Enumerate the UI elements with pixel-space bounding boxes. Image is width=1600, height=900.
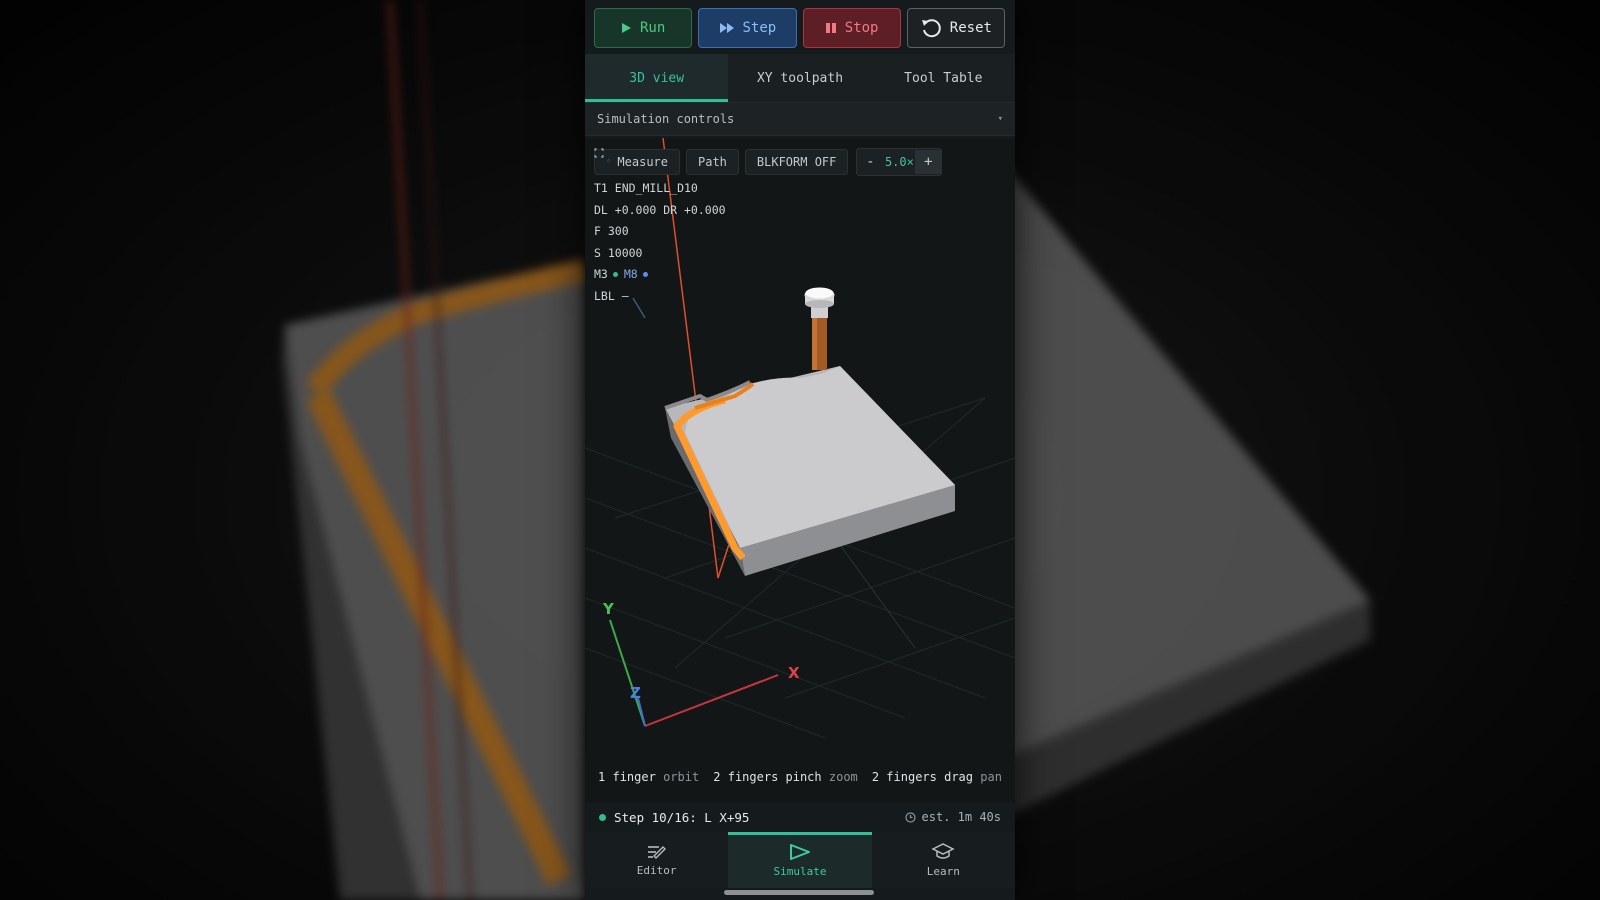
tab-3d-view[interactable]: 3D view [585, 54, 729, 102]
path-chip[interactable]: Path [594, 148, 739, 175]
3d-viewport[interactable]: Y Z X ◦ Measure Path BLKFORM OFF - 5.0× … [585, 138, 1015, 802]
step-button[interactable]: Step [698, 8, 797, 48]
clock-icon [904, 811, 916, 823]
zoom-out-button[interactable]: - [857, 150, 883, 174]
axis-y-label: Y [603, 600, 614, 618]
hint-zoom: 2 fingers pinch zoom [713, 770, 858, 784]
play-icon [621, 23, 631, 33]
tab-xy-toolpath[interactable]: XY toolpath [728, 54, 871, 102]
readout-label: LBL — [594, 288, 629, 303]
zoom-control: - 5.0× + [856, 148, 943, 176]
run-label: Run [639, 20, 666, 36]
run-button[interactable]: Run [594, 8, 693, 48]
home-indicator[interactable] [724, 890, 874, 895]
reset-button[interactable]: Reset [906, 8, 1005, 48]
m3-status-dot [612, 271, 618, 277]
hint-orbit: 1 finger orbit [598, 770, 699, 784]
tab-tool-table[interactable]: Tool Table [872, 54, 1015, 102]
simulation-controls-toggle[interactable]: Simulation controls ▾ [585, 102, 1015, 136]
step-status: Step 10/16: L X+95 [614, 809, 750, 825]
hint-pan-action: pan [980, 770, 1002, 784]
nav-learn[interactable]: Learn [872, 832, 1015, 888]
zoom-in-button[interactable]: + [915, 150, 942, 174]
hint-zoom-action: zoom [828, 770, 858, 784]
measure-label: Measure [617, 155, 668, 169]
end-mill-tool [804, 287, 835, 370]
tool-readout: T1 END_MILL_D10 DL +0.000 DR +0.000 F 30… [594, 178, 726, 307]
play-outline-icon [789, 843, 810, 860]
frame-icon [594, 148, 604, 158]
step-label: Step [742, 20, 777, 36]
bottom-nav: Editor Simulate Learn [585, 832, 1015, 888]
hint-pan-gesture: 2 fingers drag [871, 770, 974, 784]
status-dot [599, 813, 606, 821]
nav-simulate-label: Simulate [773, 864, 827, 878]
readout-m3: M3 [594, 267, 608, 281]
graduation-cap-icon [931, 842, 955, 859]
nav-learn-label: Learn [926, 864, 960, 878]
ruler-icon: ◦ [606, 157, 612, 167]
simulation-controls-label: Simulation controls [597, 112, 735, 126]
view-chip-row: ◦ Measure Path BLKFORM OFF - 5.0× + [594, 148, 943, 176]
readout-tool: T1 END_MILL_D10 [594, 181, 698, 195]
blkform-label: BLKFORM OFF [756, 155, 837, 169]
hint-orbit-action: orbit [663, 770, 700, 784]
view-tabs: 3D view XY toolpath Tool Table [585, 54, 1015, 102]
reset-icon [921, 19, 941, 38]
stop-label: Stop [844, 20, 879, 36]
fast-forward-icon [719, 23, 734, 33]
hint-pan: 2 fingers drag pan [872, 770, 1002, 784]
readout-m8: M8 [623, 267, 638, 281]
app-panel: Run Step Stop Reset 3D view XY toolpath … [585, 0, 1015, 900]
hint-zoom-gesture: 2 fingers pinch [713, 770, 822, 784]
status-bar: Step 10/16: L X+95 est. 1m 40s [585, 802, 1015, 832]
axis-z-label: Z [630, 684, 641, 702]
readout-spindle: S 10000 [594, 245, 643, 260]
blkform-chip[interactable]: BLKFORM OFF [744, 149, 849, 175]
chevron-down-icon: ▾ [997, 114, 1003, 124]
nav-editor-label: Editor [636, 863, 677, 877]
gesture-hints: 1 finger orbit 2 fingers pinch zoom 2 fi… [585, 770, 1015, 784]
reset-label: Reset [949, 20, 992, 36]
m8-status-dot [642, 271, 648, 277]
nav-simulate[interactable]: Simulate [728, 832, 872, 888]
toolbar: Run Step Stop Reset [585, 0, 1015, 54]
workpiece-block [664, 366, 955, 576]
readout-feed: F 300 [594, 224, 629, 238]
path-label: Path [698, 155, 727, 169]
time-estimate: est. 1m 40s [921, 810, 1001, 824]
stop-button[interactable]: Stop [802, 8, 901, 48]
nav-editor[interactable]: Editor [585, 832, 728, 888]
hint-orbit-gesture: 1 finger [598, 770, 656, 784]
pause-icon [825, 23, 836, 33]
measure-chip[interactable]: ◦ Measure [594, 149, 680, 175]
pencil-list-icon [647, 845, 666, 859]
axes-gizmo [609, 619, 779, 727]
readout-mcodes: M3 M8 [594, 264, 726, 286]
axis-x-label: X [788, 664, 800, 682]
zoom-value: 5.0× [884, 155, 914, 169]
readout-offsets: DL +0.000 DR +0.000 [594, 202, 726, 217]
